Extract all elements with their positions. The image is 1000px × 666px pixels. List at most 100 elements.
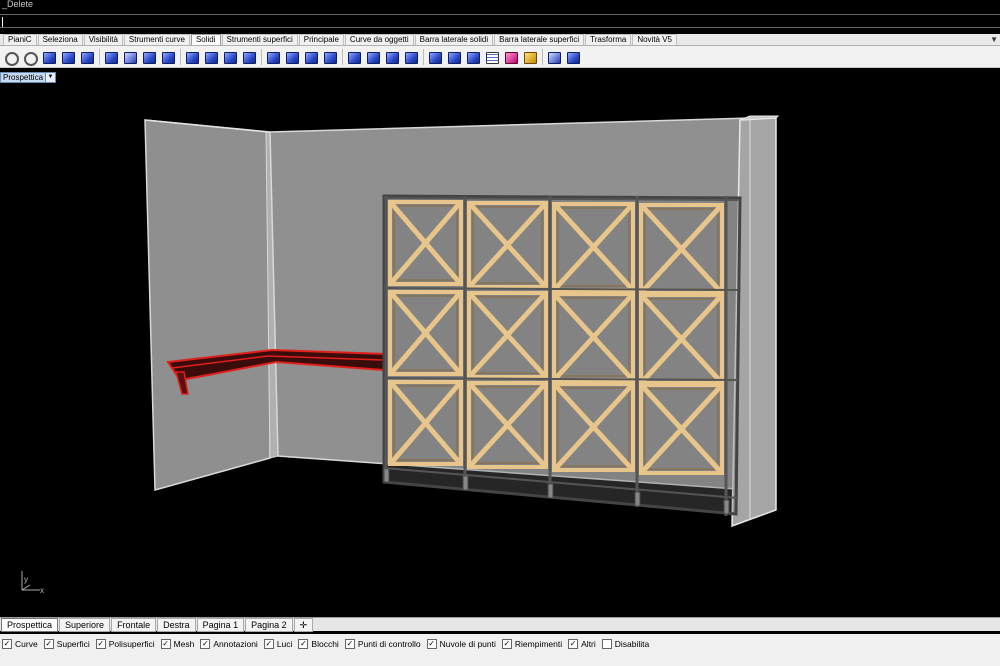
fillet-edge-icon[interactable] — [4, 50, 19, 66]
checkbox[interactable]: ✓ — [200, 639, 211, 649]
toolbar-overflow-arrow-icon[interactable]: ▼ — [990, 35, 998, 44]
cone-icon[interactable] — [104, 50, 118, 64]
command-prompt[interactable] — [0, 14, 1000, 28]
filter-annotazioni[interactable]: ✓ Annotazioni — [200, 639, 258, 649]
filter-superfici[interactable]: ✓ Superfici — [43, 639, 90, 649]
toolbar-tab-strumenti-curve[interactable]: Strumenti curve — [123, 34, 190, 45]
toolbar-tab-pianic[interactable]: PianiC — [3, 34, 37, 45]
view-tab-frontale[interactable]: Frontale — [111, 617, 157, 632]
pipe-icon[interactable] — [142, 50, 156, 64]
array-hole-icon[interactable] — [566, 50, 580, 64]
filter-curve[interactable]: ✓ Curve — [2, 639, 38, 649]
toolbar-tab-principale[interactable]: Principale — [298, 34, 344, 45]
viewport-menu-arrow-icon[interactable]: ▼ — [45, 73, 55, 82]
viewport-title: Prospettica — [3, 73, 44, 82]
filter-mesh[interactable]: ✓ Mesh — [160, 639, 195, 649]
slab-icon[interactable] — [366, 50, 380, 64]
filter-blocchi[interactable]: ✓ Blocchi — [298, 639, 339, 649]
toolbar-separator — [180, 48, 181, 65]
checkbox[interactable]: ✓ — [344, 639, 355, 649]
checkbox[interactable]: ✓ — [298, 639, 309, 649]
filter-label: Annotazioni — [213, 639, 258, 649]
split-face-icon[interactable] — [447, 50, 461, 64]
checkbox[interactable]: ✓ — [263, 639, 274, 649]
view-tab-pagina-2[interactable]: Pagina 2 — [245, 617, 293, 632]
filter-label: Disabilita — [614, 639, 650, 649]
boolean-union-icon[interactable] — [185, 50, 199, 64]
filter-disabilita[interactable]: Disabilita — [601, 639, 650, 649]
place-hole-icon[interactable] — [523, 50, 537, 64]
tool-glyph — [367, 51, 380, 64]
boolean-difference-icon[interactable] — [204, 50, 218, 64]
shell-icon[interactable] — [266, 50, 280, 64]
extract-surface-icon[interactable] — [304, 50, 318, 64]
toolbar-tab-strumenti-superfici[interactable]: Strumenti superfici — [221, 34, 298, 45]
rib-icon[interactable] — [347, 50, 361, 64]
toolbar-tab-novit-v5[interactable]: Novità V5 — [632, 34, 677, 45]
rack-leg — [723, 499, 730, 515]
extrude-icon[interactable] — [161, 50, 175, 64]
tool-glyph — [62, 51, 75, 64]
view-tab-pagina-1[interactable]: Pagina 1 — [196, 617, 245, 632]
toolbar-tab-barra-laterale-superfici[interactable]: Barra laterale superfici — [494, 34, 585, 45]
checkbox[interactable]: ✓ — [95, 639, 106, 649]
viewport-title-tab[interactable]: Prospettica ▼ — [0, 72, 56, 83]
text-caret — [2, 16, 3, 27]
torus-icon[interactable] — [123, 50, 137, 64]
filter-punti-di-controllo[interactable]: ✓ Punti di controllo — [344, 639, 421, 649]
box-icon[interactable] — [42, 50, 56, 64]
toolbar-tab-trasforma[interactable]: Trasforma — [585, 34, 632, 45]
view-tab-destra[interactable]: Destra — [157, 617, 196, 632]
boolean-split-icon[interactable] — [242, 50, 256, 64]
left-wall[interactable] — [144, 119, 279, 491]
cylinder-icon[interactable] — [80, 50, 94, 64]
scene-svg: y x — [21, 115, 780, 595]
toolbar-tab-seleziona[interactable]: Seleziona — [37, 34, 83, 45]
offset-surface-icon[interactable] — [323, 50, 337, 64]
checkbox[interactable] — [601, 639, 612, 649]
perspective-viewport[interactable]: y x — [0, 84, 1000, 616]
boolean-intersection-icon[interactable] — [223, 50, 237, 64]
toolbar-tab-visibilit-[interactable]: Visibilità — [83, 34, 123, 45]
tool-glyph — [162, 51, 175, 64]
filter-altri[interactable]: ✓ Altri — [568, 639, 596, 649]
filter-nuvole-di-punti[interactable]: ✓ Nuvole di punti — [426, 639, 496, 649]
checkbox[interactable]: ✓ — [501, 639, 512, 649]
tool-glyph — [267, 51, 280, 64]
filter-polisuperfici[interactable]: ✓ Polisuperfici — [95, 639, 155, 649]
add-view-tab-button[interactable]: ✛ — [293, 617, 314, 632]
command-history-text: _Delete — [2, 0, 34, 9]
cap-icon[interactable] — [285, 50, 299, 64]
toolbar-tab-solidi[interactable]: Solidi — [190, 34, 221, 45]
view-tab-prospettica[interactable]: Prospettica — [1, 617, 59, 632]
toolbar-separator — [99, 48, 100, 65]
view-tab-superiore[interactable]: Superiore — [59, 617, 111, 632]
checkbox[interactable]: ✓ — [426, 639, 437, 649]
rotate-hole-icon[interactable] — [547, 50, 561, 64]
toolbar-tab-barra-laterale-solidi[interactable]: Barra laterale solidi — [414, 34, 494, 45]
chamfer-edge-icon[interactable] — [23, 50, 38, 66]
checkbox[interactable]: ✓ — [2, 639, 12, 649]
checkbox[interactable]: ✓ — [160, 639, 171, 649]
tool-glyph — [43, 51, 56, 64]
rack-leg — [383, 467, 390, 483]
wire-cut-icon[interactable] — [385, 50, 399, 64]
toolbar-tab-curve-da-oggetti[interactable]: Curve da oggetti — [344, 34, 414, 45]
checkbox[interactable]: ✓ — [43, 639, 54, 649]
selection-filter-bar: ✓ Curve ✓ Superfici ✓ Polisuperfici ✓ Mesh ✓ Anno… — [0, 634, 1000, 654]
wine-rack[interactable] — [382, 194, 742, 516]
tool-glyph — [505, 51, 518, 64]
command-history: _Delete — [0, 0, 1000, 13]
fold-face-icon[interactable] — [485, 50, 499, 64]
checkbox[interactable]: ✓ — [568, 639, 579, 649]
filter-riempimenti[interactable]: ✓ Riempimenti — [501, 639, 562, 649]
rack-leg — [547, 483, 554, 499]
toolbar-separator — [261, 48, 262, 65]
merge-face-icon[interactable] — [466, 50, 480, 64]
sphere-icon[interactable] — [61, 50, 75, 64]
move-edge-icon[interactable] — [428, 50, 442, 64]
make-hole-icon[interactable] — [504, 50, 518, 64]
move-face-icon[interactable] — [404, 50, 418, 64]
filter-luci[interactable]: ✓ Luci — [263, 639, 292, 649]
filter-label: Mesh — [173, 639, 195, 649]
